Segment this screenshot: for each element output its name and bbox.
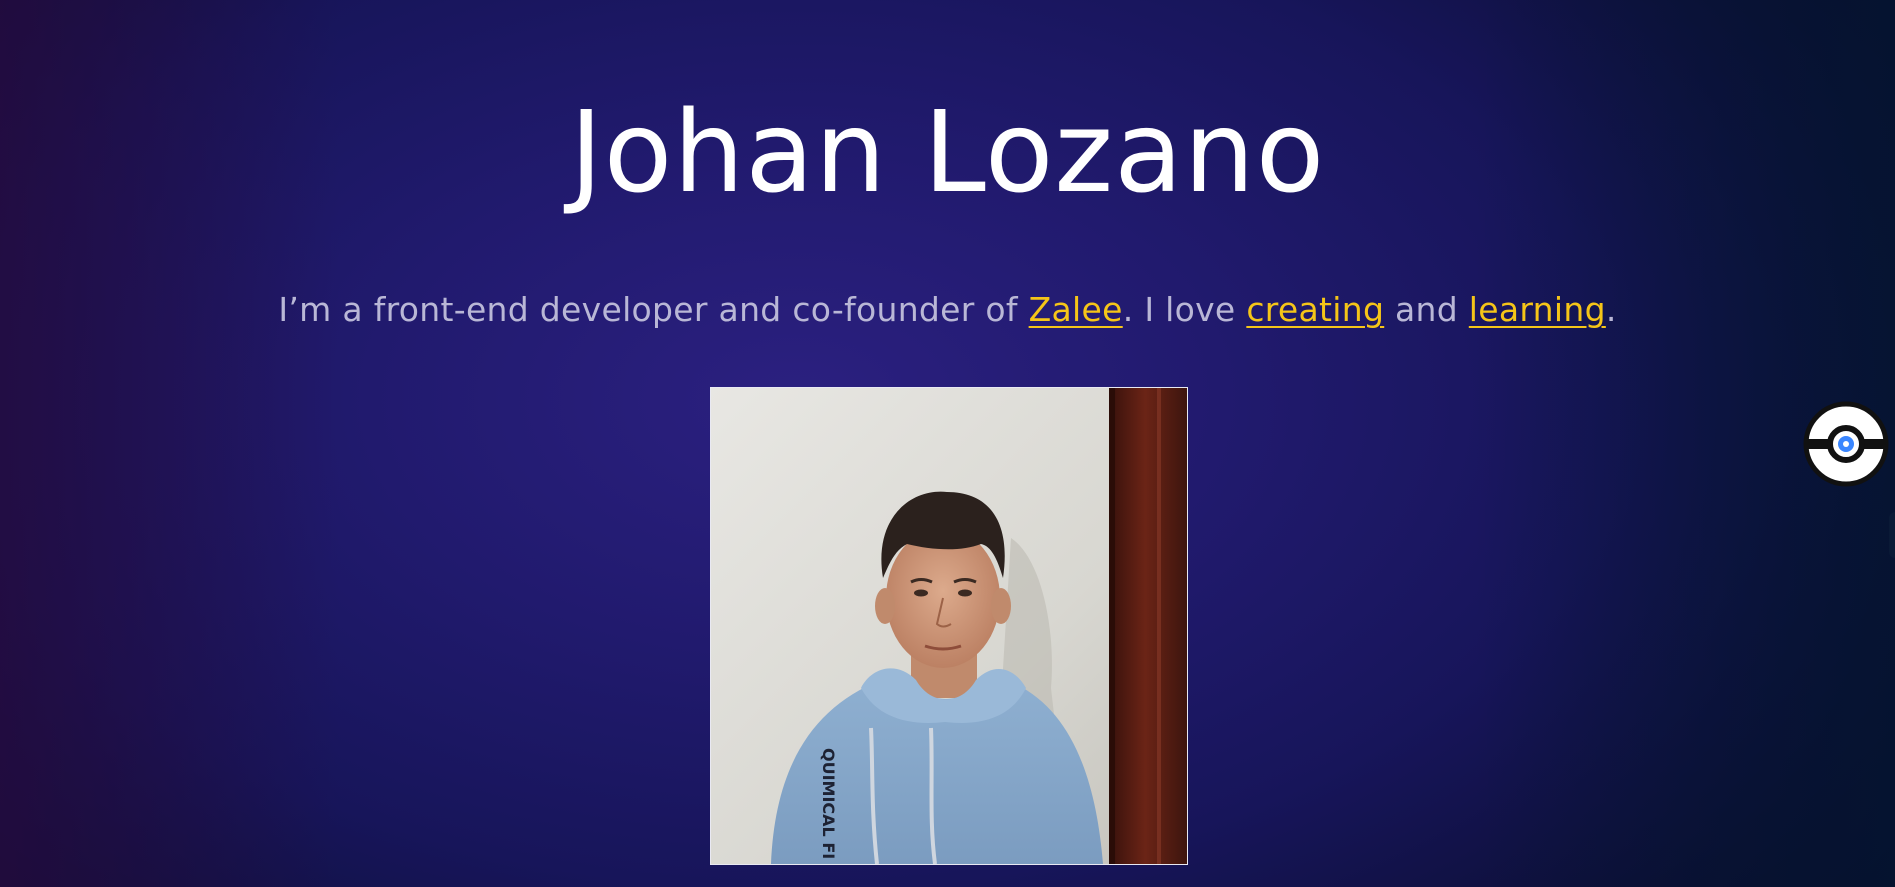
hero-section: Johan Lozano I’m a front-end developer a…: [0, 0, 1895, 887]
tagline: I’m a front-end developer and co-founder…: [0, 286, 1895, 334]
tagline-text-love: . I love: [1122, 290, 1247, 329]
learning-link[interactable]: learning: [1469, 290, 1606, 329]
scroll-handle[interactable]: [1889, 512, 1895, 558]
hoodie-print: QUIMICAL FI: [819, 748, 838, 859]
tagline-text-end: .: [1605, 290, 1617, 329]
tagline-text-and: and: [1384, 290, 1469, 329]
creating-link[interactable]: creating: [1246, 290, 1384, 329]
theme-toggle-button[interactable]: [1802, 400, 1890, 488]
page-title: Johan Lozano: [569, 88, 1326, 218]
pokeball-icon: [1803, 401, 1889, 487]
zalee-link[interactable]: Zalee: [1029, 290, 1123, 329]
tagline-text-intro: I’m a front-end developer and co-founder…: [278, 290, 1029, 329]
profile-photo: QUIMICAL FI: [710, 387, 1188, 865]
